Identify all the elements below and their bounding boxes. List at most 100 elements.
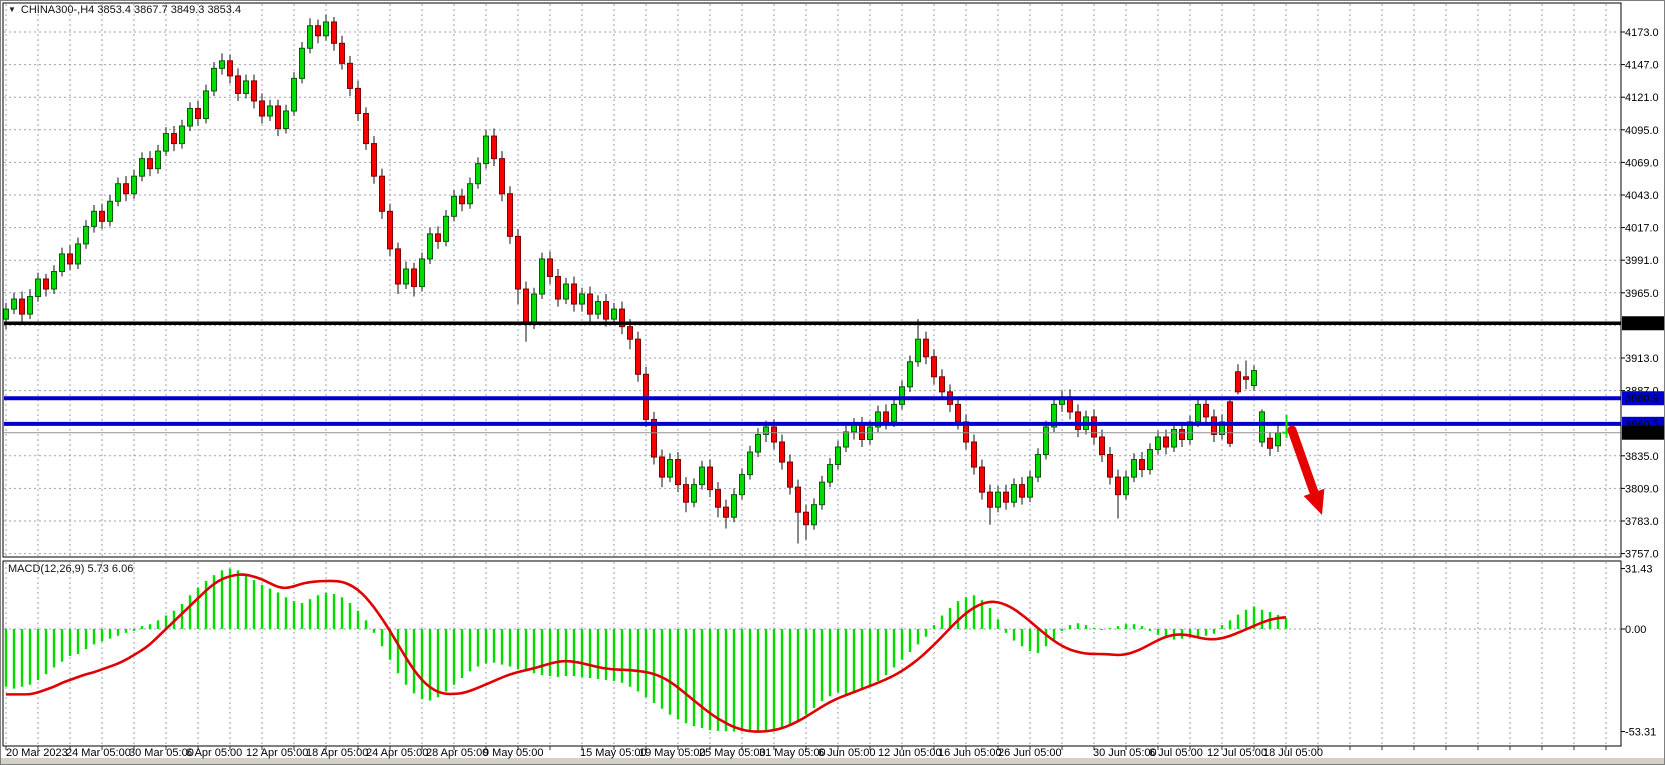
candle xyxy=(1020,485,1025,498)
candle xyxy=(660,457,665,477)
price-badge-label: 3940.7 xyxy=(1625,318,1659,330)
candle xyxy=(1044,427,1049,455)
candle xyxy=(516,236,521,289)
candle xyxy=(556,276,561,299)
candle xyxy=(4,309,9,319)
candle xyxy=(748,452,753,475)
candle xyxy=(1204,404,1209,417)
candle xyxy=(348,63,353,88)
window-bottom-strip xyxy=(1,758,1665,765)
candle xyxy=(388,211,393,249)
candle xyxy=(564,284,569,299)
candle xyxy=(1196,404,1201,422)
time-axis-label: 12 Jul 05:00 xyxy=(1207,747,1267,759)
candle xyxy=(380,176,385,211)
candlestick-chart-canvas[interactable]: 4173.04147.04121.04095.04069.04043.04017… xyxy=(1,1,1665,765)
candle xyxy=(172,134,177,144)
candle xyxy=(412,269,417,287)
candle xyxy=(292,78,297,111)
macd-label-text: MACD(12,26,9) 5.73 6.06 xyxy=(8,563,133,575)
candle xyxy=(548,259,553,277)
candle xyxy=(1140,460,1145,470)
price-axis-label: 3913.0 xyxy=(1625,353,1659,365)
candle xyxy=(1148,450,1153,470)
candle xyxy=(316,26,321,36)
price-axis-label: 4069.0 xyxy=(1625,157,1659,169)
candle xyxy=(212,68,217,91)
candle xyxy=(604,302,609,320)
candle xyxy=(1108,455,1113,478)
candle xyxy=(308,26,313,49)
price-axis-label: 3809.0 xyxy=(1625,483,1659,495)
candle xyxy=(796,487,801,512)
time-axis-label: 24 Mar 05:00 xyxy=(66,747,131,759)
candle xyxy=(1268,438,1273,448)
time-axis-label: 30 Jun 05:00 xyxy=(1093,747,1157,759)
candle xyxy=(1164,437,1169,447)
candle xyxy=(828,465,833,483)
candle xyxy=(868,427,873,440)
candle xyxy=(156,151,161,169)
candle xyxy=(108,201,113,221)
price-badge-label: 3880.9 xyxy=(1625,393,1659,405)
candle xyxy=(1260,412,1265,442)
candle xyxy=(356,88,361,113)
price-axis-badges: 3940.73880.93860.53853.4 xyxy=(1622,316,1665,439)
candle xyxy=(532,294,537,324)
candle xyxy=(148,159,153,169)
candle xyxy=(780,442,785,462)
candle xyxy=(772,427,777,442)
symbol-title[interactable]: ▼ CHINA300-,H4 3853.4 3867.7 3849.3 3853… xyxy=(8,4,241,16)
candle xyxy=(1124,477,1129,495)
candle xyxy=(804,512,809,525)
candle xyxy=(1132,460,1137,478)
time-axis-label: 26 Jun 05:00 xyxy=(998,747,1062,759)
macd-indicator-label: MACD(12,26,9) 5.73 6.06 xyxy=(8,563,133,575)
candle xyxy=(988,492,993,507)
candle xyxy=(636,339,641,374)
candle xyxy=(692,485,697,503)
candle xyxy=(188,108,193,126)
candle xyxy=(1236,372,1241,392)
horizontal-level-lines[interactable] xyxy=(4,323,1621,432)
candle xyxy=(708,467,713,490)
price-axis-label: 3965.0 xyxy=(1625,288,1659,300)
candle xyxy=(396,249,401,284)
current-bar-marker xyxy=(1283,415,1287,438)
candle xyxy=(1244,377,1249,380)
candle xyxy=(20,299,25,314)
candle xyxy=(956,404,961,422)
macd-axis-label: 31.43 xyxy=(1625,564,1653,576)
candle xyxy=(260,101,265,116)
candle xyxy=(940,377,945,392)
candle xyxy=(372,144,377,177)
candle xyxy=(1180,429,1185,439)
trend-arrow-annotation[interactable] xyxy=(1292,430,1324,515)
candle xyxy=(364,113,369,143)
price-axis-label: 4095.0 xyxy=(1625,125,1659,137)
price-axis-label: 3835.0 xyxy=(1625,451,1659,463)
candle xyxy=(716,490,721,508)
candle xyxy=(788,462,793,487)
macd-axis-label: 0.00 xyxy=(1625,624,1646,636)
time-axis-label: 15 May 05:00 xyxy=(580,747,647,759)
chevron-down-icon[interactable]: ▼ xyxy=(8,6,16,14)
candle xyxy=(484,136,489,164)
candle xyxy=(244,81,249,94)
price-axis-label: 3991.0 xyxy=(1625,255,1659,267)
candle xyxy=(740,475,745,495)
candle xyxy=(340,43,345,63)
candle xyxy=(236,76,241,94)
candle xyxy=(732,495,737,518)
candle xyxy=(588,294,593,314)
candle xyxy=(476,164,481,184)
time-axis-label: 31 May 05:00 xyxy=(759,747,826,759)
candle xyxy=(812,505,817,525)
time-axis[interactable]: 20 Mar 202324 Mar 05:0030 Mar 05:006 Apr… xyxy=(6,746,1606,759)
price-axis[interactable]: 4173.04147.04121.04095.04069.04043.04017… xyxy=(1621,27,1659,561)
candle xyxy=(76,244,81,264)
time-axis-label: 20 Mar 2023 xyxy=(6,747,68,759)
candle xyxy=(916,339,921,362)
candle xyxy=(220,61,225,69)
candle xyxy=(180,126,185,144)
